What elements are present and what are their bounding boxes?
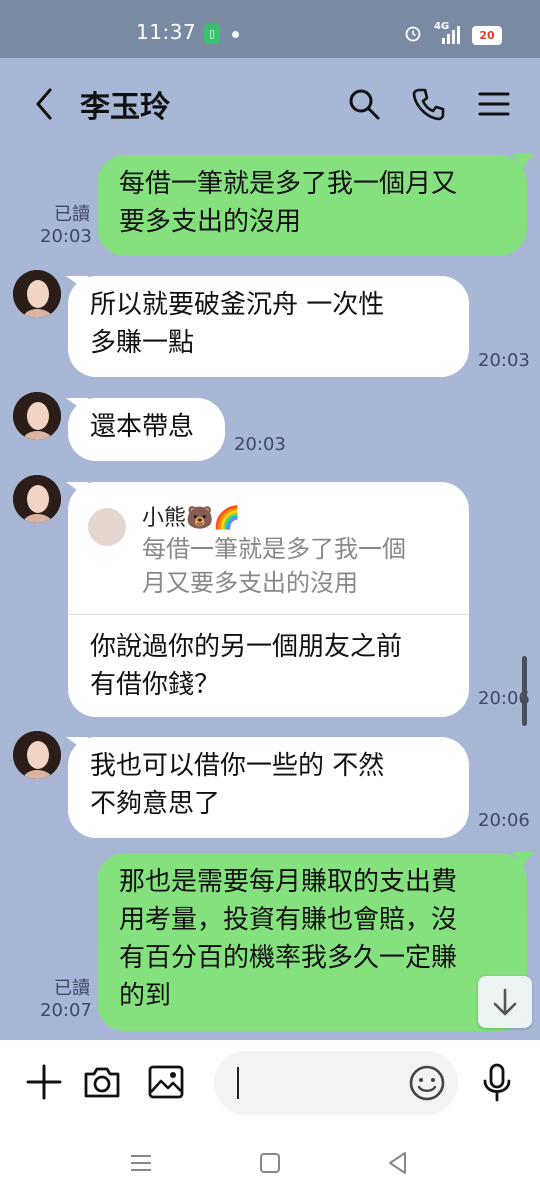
arrow-down-icon (493, 988, 517, 1016)
message-time: 20:06 (478, 810, 530, 831)
recent-apps-icon[interactable] (128, 1150, 154, 1176)
status-bar: 11:37 ▯ 4G 20 (0, 0, 540, 58)
message-time: 20:07 (40, 1000, 92, 1021)
battery-level: 20 (479, 29, 495, 42)
message-time: 20:03 (478, 350, 530, 371)
message-bubble-received[interactable]: 所以就要破釜沉舟 一次性 多賺一點 (68, 276, 469, 377)
camera-icon[interactable] (82, 1062, 122, 1102)
avatar[interactable] (13, 731, 61, 779)
avatar[interactable] (13, 392, 61, 440)
notification-dot-icon (232, 31, 239, 38)
message-time: 20:03 (40, 226, 92, 247)
battery-icon: 20 (472, 26, 502, 45)
input-bar (0, 1040, 540, 1126)
bubble-tail (512, 154, 534, 168)
menu-icon[interactable] (476, 86, 512, 122)
plus-icon[interactable] (24, 1062, 64, 1102)
message-text: 你說過你的另一個朋友之前 有借你錢？ (90, 632, 403, 700)
message-meta: 已讀 20:07 (40, 978, 92, 1022)
back-icon[interactable] (30, 86, 60, 122)
message-bubble-sent[interactable]: 那也是需要每月賺取的支出費 用考量，投資有賺也會賠，沒 有百分百的機率我多久一定… (97, 853, 527, 1031)
avatar[interactable] (13, 475, 61, 523)
message-meta: 已讀 20:03 (40, 204, 92, 248)
message-bubble-received[interactable]: 還本帶息 (68, 398, 225, 461)
message-time: 20:03 (234, 434, 286, 455)
app-notification-icon: ▯ (204, 24, 220, 44)
home-icon[interactable] (257, 1150, 283, 1176)
message-bubble-reply[interactable]: 小熊🐻🌈 每借一筆就是多了我一個 月又要多支出的沒用 你說過你的另一個朋友之前 … (68, 482, 469, 717)
reply-avatar (88, 508, 126, 546)
chat-header: 李玉玲 (0, 58, 540, 150)
signal-icon (442, 26, 460, 44)
message-bubble-sent[interactable]: 每借一筆就是多了我一個月又 要多支出的沒用 (97, 155, 527, 256)
chat-title: 李玉玲 (80, 90, 170, 125)
status-time: 11:37 (136, 20, 197, 44)
read-receipt: 已讀 (54, 204, 90, 225)
phone-icon[interactable] (411, 86, 447, 122)
scrollbar-thumb[interactable] (522, 656, 527, 726)
read-receipt: 已讀 (54, 978, 90, 999)
scroll-down-button[interactable] (478, 976, 532, 1028)
reply-divider (68, 614, 469, 615)
reply-quote-text: 每借一筆就是多了我一個 月又要多支出的沒用 (142, 535, 406, 597)
emoji-icon[interactable] (408, 1064, 446, 1102)
system-navbar (0, 1126, 540, 1200)
mic-icon[interactable] (477, 1062, 517, 1102)
text-cursor (237, 1067, 239, 1099)
chat-area[interactable]: 李玉玲 已讀 20:03 每借一筆就是多了我一個月又 要多支出的沒用 所以就要破… (0, 58, 540, 1040)
alarm-icon (405, 26, 421, 42)
bubble-tail (512, 852, 534, 866)
image-icon[interactable] (146, 1062, 186, 1102)
message-bubble-received[interactable]: 我也可以借你一些的 不然 不夠意思了 (68, 737, 469, 838)
search-icon[interactable] (346, 86, 382, 122)
back-nav-icon[interactable] (385, 1150, 411, 1176)
avatar[interactable] (13, 270, 61, 318)
